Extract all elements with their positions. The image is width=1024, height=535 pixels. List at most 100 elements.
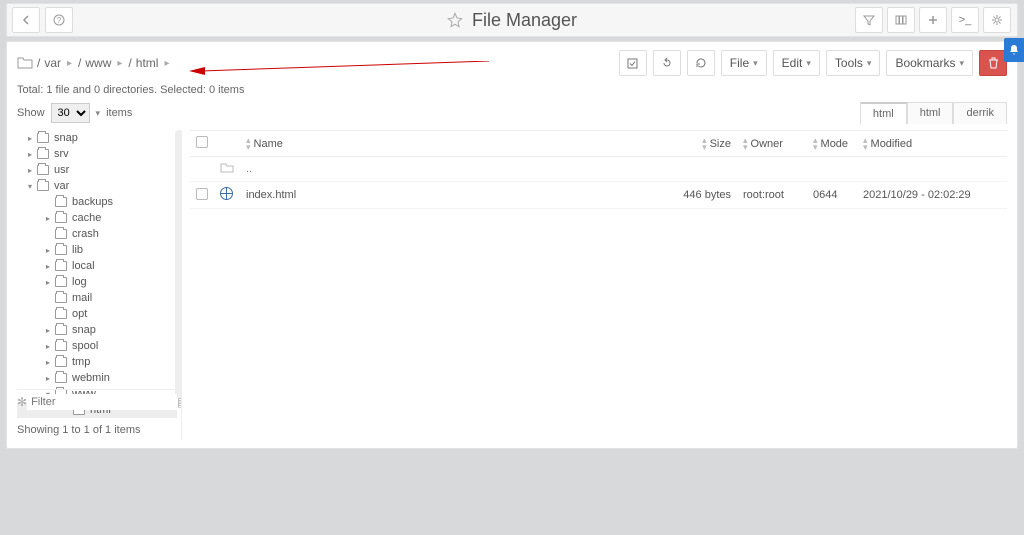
cell-name: index.html xyxy=(240,182,657,209)
tree-folder-icon[interactable]: ▤ xyxy=(177,395,182,409)
filter-icon-button[interactable] xyxy=(855,7,883,33)
tree-node-label: snap xyxy=(72,324,96,336)
svg-text:?: ? xyxy=(57,16,62,25)
folder-up-icon xyxy=(220,162,234,173)
tree-caret-icon[interactable]: ▸ xyxy=(43,214,53,223)
column-name: ▴▾Name xyxy=(240,131,657,157)
breadcrumb-sep: / xyxy=(76,56,83,70)
redo-button[interactable] xyxy=(653,50,681,76)
tree-node[interactable]: opt xyxy=(17,306,177,322)
tree-node[interactable]: ▸log xyxy=(17,274,177,290)
tree-caret-icon[interactable]: ▸ xyxy=(43,342,53,351)
tree-node[interactable]: ▸ snap xyxy=(17,322,177,338)
tree-node-label: opt xyxy=(72,308,87,320)
path-tab[interactable]: html xyxy=(907,102,954,124)
tree-caret-icon[interactable]: ▸ xyxy=(43,246,53,255)
folder-icon xyxy=(55,245,67,255)
sort-icon[interactable]: ▴▾ xyxy=(743,137,748,151)
tree-node[interactable]: ▸tmp xyxy=(17,354,177,370)
tree-caret-icon[interactable]: ▸ xyxy=(43,374,53,383)
folder-icon xyxy=(55,261,67,271)
title-bar: ? File Manager >_ xyxy=(6,3,1018,37)
folder-icon[interactable] xyxy=(17,55,33,71)
add-icon-button[interactable] xyxy=(919,7,947,33)
cell-owner: root:root xyxy=(737,182,807,209)
tools-menu[interactable]: Tools▾ xyxy=(826,50,881,76)
sort-icon[interactable]: ▴▾ xyxy=(813,137,818,151)
columns-icon-button[interactable] xyxy=(887,7,915,33)
tree-scrollbar[interactable] xyxy=(175,130,182,398)
tree-node[interactable]: ▸local xyxy=(17,258,177,274)
tree-caret-icon[interactable]: ▸ xyxy=(43,358,53,367)
tree-node[interactable]: ▸cache xyxy=(17,210,177,226)
tree-caret-icon[interactable]: ▸ xyxy=(25,150,35,159)
file-menu[interactable]: File▾ xyxy=(721,50,767,76)
tree-filter-input[interactable] xyxy=(27,394,177,410)
back-button[interactable] xyxy=(12,7,40,33)
breadcrumb-item[interactable]: var xyxy=(42,56,63,70)
tree-node[interactable]: backups xyxy=(17,194,177,210)
tree-caret-icon[interactable]: ▸ xyxy=(25,166,35,175)
sort-icon[interactable]: ▴▾ xyxy=(863,137,868,151)
tree-caret-icon[interactable]: ▾ xyxy=(25,182,35,191)
items-label: items xyxy=(106,107,132,119)
path-tabs: htmlhtmlderrik xyxy=(860,102,1007,124)
refresh-button[interactable] xyxy=(687,50,715,76)
column-modified: ▴▾Modified xyxy=(857,131,1007,157)
path-tab[interactable]: derrik xyxy=(953,102,1007,124)
tree-node[interactable]: ▸ spool xyxy=(17,338,177,354)
tree-node[interactable]: ▸webmin xyxy=(17,370,177,386)
tree-node[interactable]: crash xyxy=(17,226,177,242)
row-checkbox[interactable] xyxy=(196,188,208,200)
tree-node[interactable]: ▸lib xyxy=(17,242,177,258)
notifications-button[interactable] xyxy=(1004,38,1024,62)
column-size: ▴▾Size xyxy=(657,131,737,157)
folder-icon xyxy=(37,149,49,159)
settings-icon-button[interactable] xyxy=(983,7,1011,33)
column-mode: ▴▾Mode xyxy=(807,131,857,157)
tree-node-label: crash xyxy=(72,228,99,240)
column-owner: ▴▾Owner xyxy=(737,131,807,157)
folder-icon xyxy=(55,341,67,351)
folder-icon xyxy=(37,165,49,175)
tree-caret-icon[interactable]: ▸ xyxy=(43,262,53,271)
caret-down-icon: ▾ xyxy=(96,108,101,119)
terminal-icon-button[interactable]: >_ xyxy=(951,7,979,33)
folder-icon xyxy=(55,277,67,287)
tree-caret-icon[interactable]: ▸ xyxy=(25,134,35,143)
breadcrumb: / var ▸ / www ▸ / html ▸ xyxy=(17,55,619,71)
breadcrumb-item[interactable]: www xyxy=(83,56,113,70)
tree-caret-icon[interactable]: ▸ xyxy=(43,326,53,335)
item-count-text: Showing 1 to 1 of 1 items xyxy=(17,424,141,436)
tree-node[interactable]: ▾var xyxy=(17,178,177,194)
select-all-checkbox[interactable] xyxy=(196,136,208,148)
sort-icon[interactable]: ▴▾ xyxy=(246,137,251,151)
folder-icon xyxy=(37,133,49,143)
bookmarks-menu[interactable]: Bookmarks▾ xyxy=(886,50,973,76)
tree-node[interactable]: ▸srv xyxy=(17,146,177,162)
select-all-button[interactable] xyxy=(619,50,647,76)
table-row[interactable]: index.html446 bytesroot:root06442021/10/… xyxy=(190,182,1007,209)
trash-icon xyxy=(988,57,999,69)
help-button[interactable]: ? xyxy=(45,7,73,33)
page-size-select[interactable]: 30 xyxy=(51,103,90,123)
breadcrumb-item[interactable]: html xyxy=(134,56,161,70)
delete-button[interactable] xyxy=(979,50,1007,76)
breadcrumb-root[interactable]: / xyxy=(35,56,42,70)
sort-icon[interactable]: ▴▾ xyxy=(702,137,707,151)
parent-dir-row[interactable]: .. xyxy=(190,157,1007,182)
chevron-right-icon: ▸ xyxy=(63,58,76,69)
edit-menu[interactable]: Edit▾ xyxy=(773,50,820,76)
tree-node[interactable]: ▸usr xyxy=(17,162,177,178)
path-tab[interactable]: html xyxy=(860,102,907,124)
folder-icon xyxy=(55,293,67,303)
tree-node[interactable]: ▸snap xyxy=(17,130,177,146)
breadcrumb-sep: / xyxy=(126,56,133,70)
folder-icon xyxy=(55,357,67,367)
tree-caret-icon[interactable]: ▸ xyxy=(43,278,53,287)
html-file-icon xyxy=(220,187,233,200)
filter-options-icon[interactable]: ✻ xyxy=(17,395,27,409)
cell-mode: 0644 xyxy=(807,182,857,209)
tree-node[interactable]: mail xyxy=(17,290,177,306)
tree-node-label: spool xyxy=(72,340,98,352)
